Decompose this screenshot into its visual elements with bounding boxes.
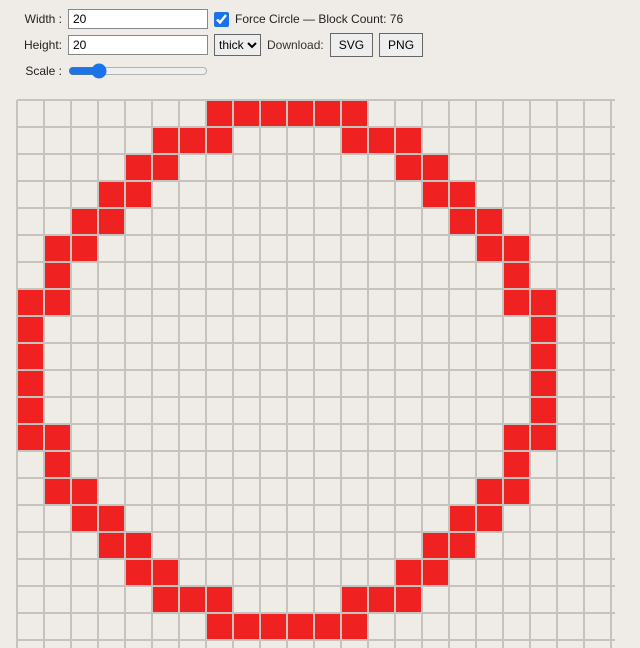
width-input[interactable]: [68, 9, 208, 29]
height-input[interactable]: [68, 35, 208, 55]
thickness-select[interactable]: thinthickfilled: [214, 34, 261, 56]
scale-label: Scale :: [10, 64, 62, 78]
download-label: Download:: [267, 38, 324, 52]
force-circle-checkbox[interactable]: [214, 12, 229, 27]
force-circle-status: Force Circle — Block Count: 76: [235, 12, 403, 26]
height-label: Height:: [10, 38, 62, 52]
download-svg-button[interactable]: SVG: [330, 33, 373, 57]
pixel-grid[interactable]: [10, 90, 615, 648]
width-label: Width :: [10, 12, 62, 26]
scale-slider[interactable]: [68, 63, 208, 79]
download-png-button[interactable]: PNG: [379, 33, 423, 57]
